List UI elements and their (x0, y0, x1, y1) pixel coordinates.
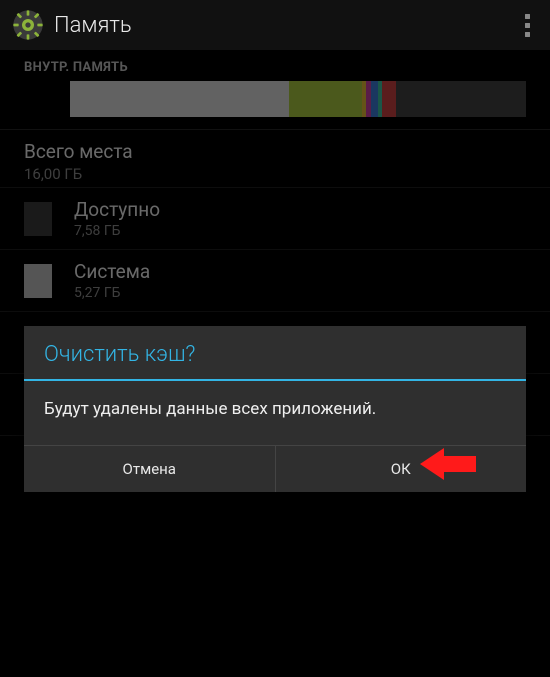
dialog-title: Очистить кэш? (24, 326, 526, 379)
storage-usage-bar (0, 81, 550, 129)
usage-segment (289, 81, 362, 117)
usage-segment (396, 81, 526, 117)
storage-total-label: Всего места (24, 140, 526, 163)
cancel-button[interactable]: Отмена (24, 446, 275, 492)
app-header: Память (0, 0, 550, 50)
storage-item-value: 5,27 ГБ (74, 285, 150, 301)
dialog-body: Будут удалены данные всех приложений. (24, 381, 526, 445)
usage-segment (371, 81, 378, 117)
usage-segment (70, 81, 289, 117)
usage-segment (362, 81, 367, 117)
storage-item-label: Система (74, 260, 150, 283)
section-header-internal: ВНУТР. ПАМЯТЬ (0, 50, 550, 81)
storage-total-value: 16,00 ГБ (24, 165, 526, 183)
storage-item-value: 7,58 ГБ (74, 223, 160, 239)
page-title: Память (54, 13, 132, 38)
storage-item-system[interactable]: Система 5,27 ГБ (0, 249, 550, 311)
system-swatch (24, 264, 52, 298)
storage-item-label: Доступно (74, 198, 160, 221)
available-swatch (24, 202, 52, 236)
overflow-menu-icon[interactable] (517, 14, 538, 37)
storage-item-available[interactable]: Доступно 7,58 ГБ (0, 187, 550, 249)
usage-segment (382, 81, 396, 117)
usage-segment (366, 81, 371, 117)
gear-icon (12, 9, 44, 41)
pointer-arrow-icon (420, 444, 476, 484)
ok-button[interactable]: ОК (275, 446, 527, 492)
usage-segment (378, 81, 383, 117)
storage-total: Всего места 16,00 ГБ (0, 129, 550, 187)
